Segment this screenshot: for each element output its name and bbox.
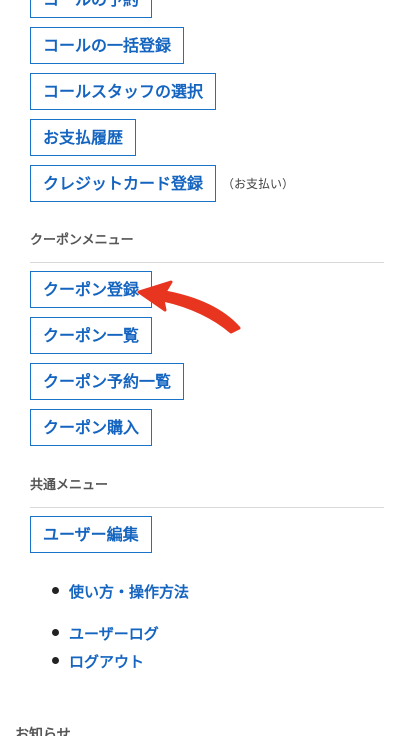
coupon-reservation-list-button[interactable]: クーポン予約一覧: [30, 363, 185, 400]
logout-link[interactable]: ログアウト: [69, 653, 144, 671]
list-item: ログアウト: [52, 651, 144, 673]
coupon-menu-divider: [30, 262, 384, 263]
credit-card-register-button[interactable]: クレジットカード登録: [30, 165, 217, 202]
list-item: 使い方・操作方法: [52, 581, 189, 603]
call-staff-select-button[interactable]: コールスタッフの選択: [30, 73, 217, 110]
payment-note: （お支払い）: [222, 177, 295, 191]
bullet-icon: [52, 629, 59, 636]
list-item: ユーザーログ: [52, 623, 159, 645]
coupon-register-button[interactable]: クーポン登録: [30, 271, 153, 308]
red-arrow-icon: [137, 280, 241, 334]
user-edit-button[interactable]: ユーザー編集: [30, 516, 152, 553]
usage-guide-link[interactable]: 使い方・操作方法: [69, 583, 189, 601]
coupon-purchase-button[interactable]: クーポン購入: [30, 409, 153, 446]
menu-page: コールの予約 コールの一括登録 コールスタッフの選択 お支払履歴 クレジットカー…: [0, 0, 414, 736]
call-bulk-register-button[interactable]: コールの一括登録: [30, 27, 185, 64]
news-title: お知らせ: [15, 727, 71, 736]
common-menu-title: 共通メニュー: [30, 478, 109, 493]
common-menu-divider: [30, 507, 384, 508]
bullet-icon: [52, 657, 59, 664]
payment-history-button[interactable]: お支払履歴: [30, 119, 137, 156]
coupon-menu-title: クーポンメニュー: [30, 233, 134, 248]
user-log-link[interactable]: ユーザーログ: [69, 625, 159, 643]
coupon-list-button[interactable]: クーポン一覧: [30, 317, 153, 354]
call-reservation-button[interactable]: コールの予約: [30, 0, 153, 18]
bullet-icon: [52, 587, 59, 594]
